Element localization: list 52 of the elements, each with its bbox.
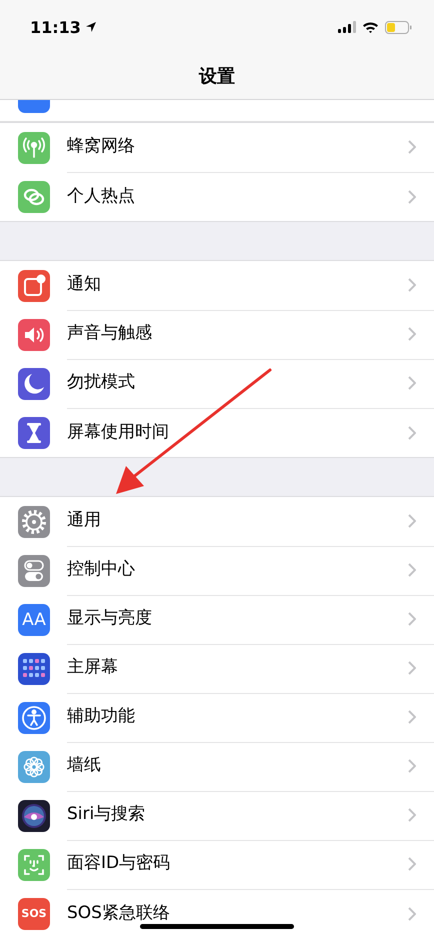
chevron-icon bbox=[408, 808, 416, 822]
settings-row[interactable]: 通知 bbox=[0, 261, 434, 310]
location-arrow-icon bbox=[84, 21, 97, 33]
settings-label: 辅助功能 bbox=[67, 707, 135, 727]
settings-row[interactable]: 声音与触感 bbox=[0, 310, 434, 359]
settings-row[interactable]: 面容ID与密码 bbox=[0, 840, 434, 889]
chevron-icon bbox=[408, 661, 416, 675]
chevron-icon bbox=[408, 563, 416, 577]
label-icon: SOS bbox=[18, 898, 50, 930]
clock-time: 11:13 bbox=[30, 18, 81, 36]
chevron-icon bbox=[408, 190, 416, 204]
settings-row[interactable]: 屏幕使用时间 bbox=[0, 408, 434, 457]
chevron-icon bbox=[408, 759, 416, 773]
chevron-icon bbox=[408, 514, 416, 528]
chevron-icon bbox=[408, 327, 416, 341]
settings-label: Siri与搜索 bbox=[67, 805, 146, 825]
settings-label: 蜂窝网络 bbox=[67, 137, 135, 157]
settings-label: 面容ID与密码 bbox=[67, 854, 170, 874]
settings-label: 主屏幕 bbox=[67, 658, 118, 678]
settings-label: 显示与亮度 bbox=[67, 609, 152, 629]
settings-row[interactable]: 个人热点 bbox=[0, 172, 434, 221]
wifi-icon bbox=[362, 21, 379, 33]
page-title: 设置 bbox=[198, 65, 236, 88]
battery-icon bbox=[385, 20, 412, 34]
settings-label: 通用 bbox=[67, 511, 101, 531]
chevron-icon bbox=[408, 278, 416, 292]
signal-icon bbox=[338, 21, 356, 33]
chevron-icon bbox=[408, 857, 416, 871]
settings-row[interactable]: 通用 bbox=[0, 497, 434, 546]
settings-label: 声音与触感 bbox=[67, 324, 152, 344]
chevron-icon bbox=[408, 612, 416, 626]
settings-row[interactable]: 蜂窝网络 bbox=[0, 123, 434, 172]
label-icon: AA bbox=[18, 604, 50, 636]
settings-row[interactable]: 控制中心 bbox=[0, 546, 434, 595]
chevron-icon bbox=[408, 140, 416, 154]
settings-label: 墙纸 bbox=[67, 756, 101, 776]
chevron-icon bbox=[408, 906, 416, 920]
settings-row[interactable]: 辅助功能 bbox=[0, 693, 434, 742]
chevron-icon bbox=[408, 426, 416, 440]
settings-row[interactable]: 勿扰模式 bbox=[0, 359, 434, 408]
settings-label: 勿扰模式 bbox=[67, 373, 135, 393]
settings-label: 个人热点 bbox=[67, 186, 135, 206]
settings-row[interactable]: AA 显示与亮度 bbox=[0, 595, 434, 644]
settings-label: SOS紧急联络 bbox=[67, 904, 170, 924]
settings-label: 屏幕使用时间 bbox=[67, 422, 169, 442]
settings-row[interactable]: 主屏幕 bbox=[0, 644, 434, 693]
chevron-icon bbox=[408, 376, 416, 390]
settings-row[interactable]: 墙纸 bbox=[0, 742, 434, 791]
settings-label: 通知 bbox=[67, 275, 101, 295]
chevron-icon bbox=[408, 710, 416, 724]
settings-label: 控制中心 bbox=[67, 560, 135, 580]
settings-row[interactable]: Siri与搜索 bbox=[0, 791, 434, 840]
